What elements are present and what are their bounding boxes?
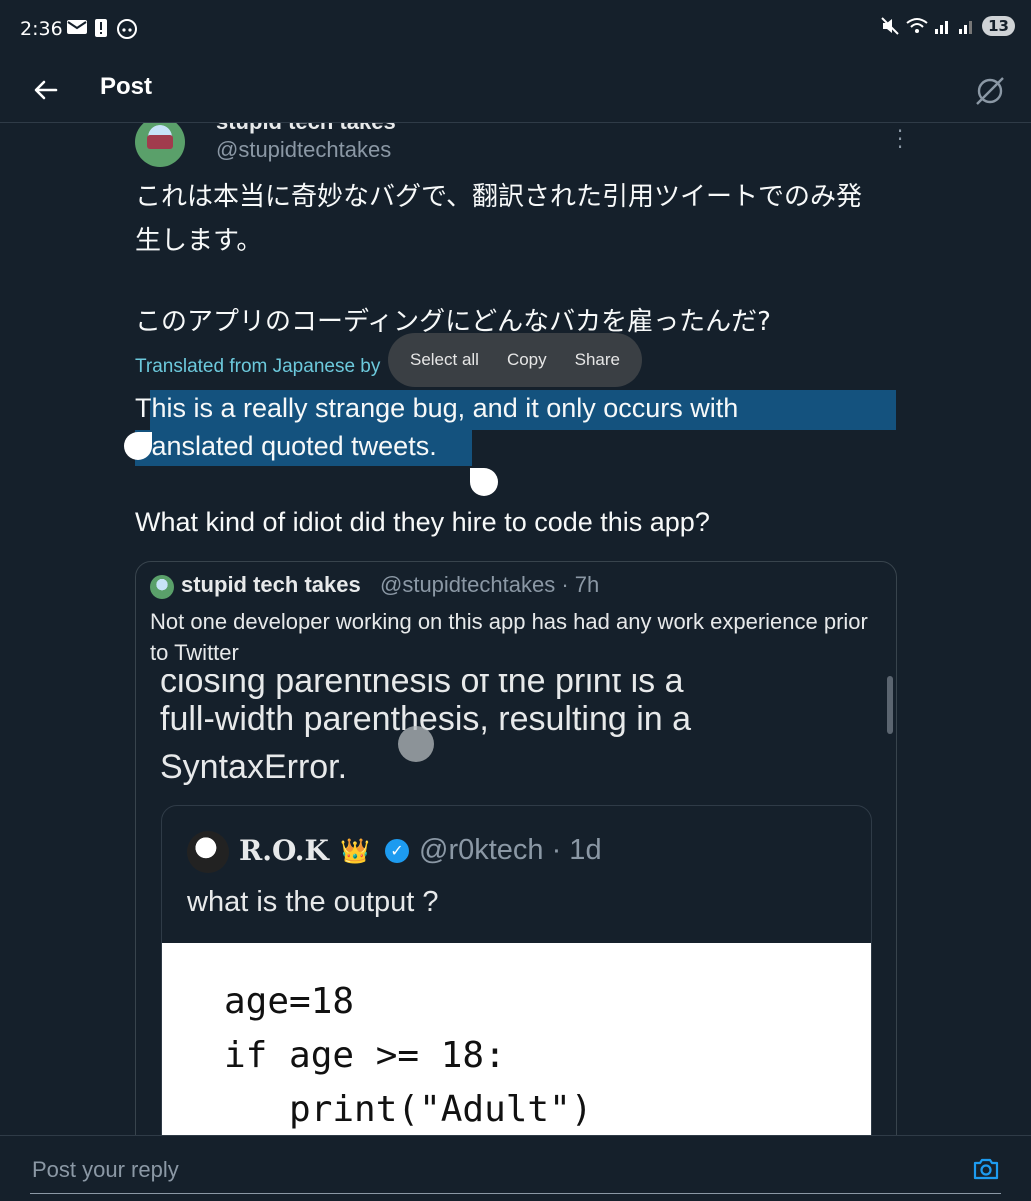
signal-icon bbox=[935, 21, 949, 34]
post-text-jp-line: これは本当に奇妙なバグで、翻訳された引用ツイートでのみ発 bbox=[135, 182, 862, 212]
reply-underline bbox=[30, 1193, 1001, 1194]
reply-input[interactable] bbox=[30, 1156, 934, 1184]
post-text-jp-line: 生します。 bbox=[135, 226, 263, 256]
text-segment: T bbox=[135, 393, 152, 423]
quoted-author-handle-time: @stupidtechtakes · 7h bbox=[380, 572, 600, 597]
translated-from-label[interactable]: Translated from Japanese by bbox=[135, 356, 380, 378]
text-segment: . bbox=[429, 431, 437, 461]
embedded-text: what is the output ? bbox=[187, 886, 439, 918]
image-text-line: SyntaxError. bbox=[160, 748, 348, 786]
crown-icon: 👑 bbox=[340, 837, 370, 865]
touch-indicator bbox=[398, 726, 434, 762]
code-snippet: age=18 if age >= 18: print("Adult") bbox=[162, 943, 871, 1135]
share-button[interactable]: Share bbox=[575, 350, 620, 370]
grok-icon[interactable] bbox=[973, 74, 1007, 108]
post-detail[interactable]: stupid tech takes @stupidtechtakes ··· こ… bbox=[0, 123, 1031, 1135]
text-selection-menu: Select all Copy Share bbox=[388, 333, 642, 387]
page-title: Post bbox=[100, 73, 153, 100]
post-text-en-line: This is a really strange bug, and it onl… bbox=[135, 393, 738, 424]
quoted-post-text: Not one developer working on this app ha… bbox=[150, 609, 868, 665]
reddit-icon bbox=[117, 19, 137, 39]
quoted-post[interactable]: stupid tech takes @stupidtechtakes · 7h … bbox=[135, 561, 897, 1135]
quoted-author-avatar bbox=[150, 575, 174, 599]
post-text-en-line: translated quoted tweets. bbox=[135, 431, 437, 462]
embedded-handle-time: @r0ktech · 1d bbox=[419, 834, 602, 866]
notification-badge: 13 bbox=[982, 16, 1015, 36]
quoted-author-name: stupid tech takes bbox=[181, 572, 361, 597]
code-text: age=18 if age >= 18: print("Adult") bbox=[224, 981, 593, 1130]
embedded-tweet-image: R.O.K 👑 ✓ @r0ktech · 1d what is the outp… bbox=[161, 805, 872, 1135]
top-app-bar: Post bbox=[0, 60, 1031, 123]
verified-icon: ✓ bbox=[385, 839, 409, 863]
copy-button[interactable]: Copy bbox=[507, 350, 547, 370]
more-options-icon[interactable]: · · · bbox=[888, 123, 912, 157]
quoted-post-image[interactable]: closing parenthesis of the print is a fu… bbox=[136, 674, 896, 1135]
wifi-icon bbox=[906, 18, 928, 33]
mute-icon bbox=[881, 17, 899, 35]
mail-icon bbox=[67, 20, 87, 34]
embedded-author-name: R.O.K bbox=[239, 834, 329, 867]
author-handle[interactable]: @stupidtechtakes bbox=[216, 137, 391, 163]
status-right: 13 bbox=[880, 16, 1015, 36]
select-all-button[interactable]: Select all bbox=[410, 350, 479, 370]
signal-icon-2 bbox=[959, 21, 973, 34]
image-text-line: closing parenthesis of the print is a bbox=[160, 674, 684, 700]
embedded-avatar bbox=[187, 831, 229, 873]
selected-text[interactable]: translated quoted tweets bbox=[135, 431, 429, 461]
arrow-left-icon[interactable] bbox=[30, 74, 62, 106]
author-name[interactable]: stupid tech takes bbox=[216, 123, 396, 135]
alert-icon bbox=[95, 19, 107, 37]
reply-bar bbox=[0, 1135, 1031, 1201]
selection-start-handle[interactable] bbox=[124, 432, 152, 460]
author-avatar[interactable] bbox=[135, 123, 185, 167]
image-scrollbar bbox=[887, 676, 893, 734]
camera-icon[interactable] bbox=[972, 1156, 1000, 1182]
selected-text[interactable]: his is a really strange bug, and it only… bbox=[152, 393, 739, 423]
status-time: 2:36 bbox=[20, 18, 63, 40]
selection-end-handle[interactable] bbox=[470, 468, 498, 496]
post-text-en-line: What kind of idiot did they hire to code… bbox=[135, 507, 710, 537]
status-bar: 2:36 13 bbox=[0, 0, 1031, 60]
